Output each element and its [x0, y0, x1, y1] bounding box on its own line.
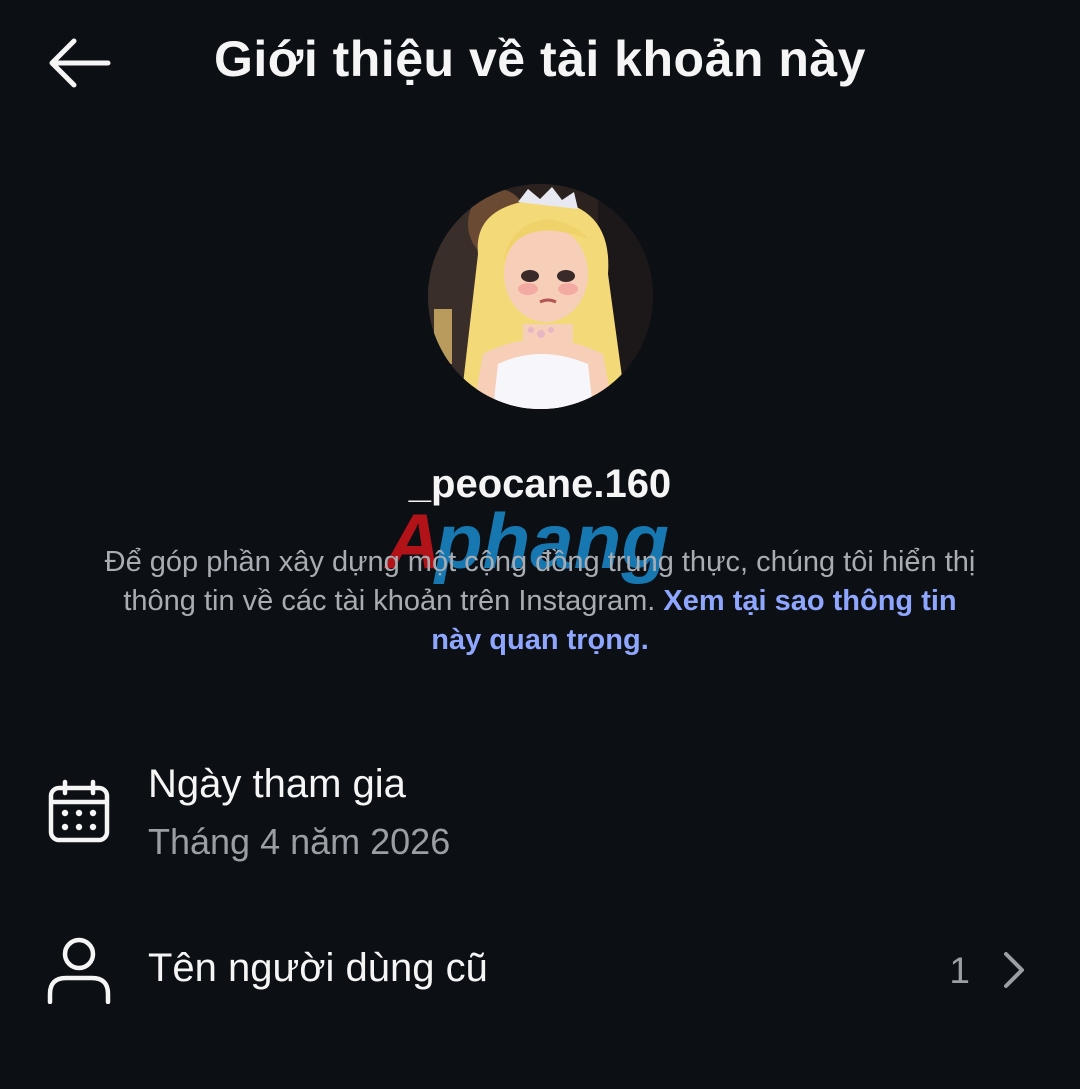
former-usernames-row[interactable]: Tên người dùng cũ 1	[0, 930, 1080, 1010]
join-date-value: Tháng 4 năm 2026	[148, 821, 451, 862]
former-usernames-label: Tên người dùng cũ	[148, 946, 488, 990]
person-icon	[44, 935, 114, 1005]
former-usernames-count: 1	[949, 950, 970, 991]
join-date-row: Ngày tham gia Tháng 4 năm 2026	[0, 750, 1080, 870]
avatar-illustration	[428, 184, 653, 409]
calendar-icon	[44, 777, 114, 847]
info-description: Để góp phần xây dựng một cộng đồng trung…	[100, 543, 980, 660]
chevron-right-icon	[1004, 952, 1024, 988]
header: Giới thiệu về tài khoản này	[0, 0, 1080, 125]
avatar[interactable]	[428, 184, 653, 409]
page-title: Giới thiệu về tài khoản này	[214, 31, 866, 87]
join-date-label: Ngày tham gia	[148, 762, 406, 806]
